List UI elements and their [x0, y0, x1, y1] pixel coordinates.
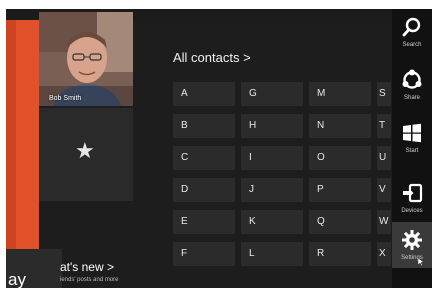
letter-tile-k[interactable]: K	[241, 210, 303, 234]
letter-tile-m[interactable]: M	[309, 82, 371, 106]
letter-tile-l[interactable]: L	[241, 242, 303, 266]
letter-tile-x[interactable]: X	[377, 242, 391, 266]
share-icon	[402, 69, 422, 89]
whats-new-title[interactable]: at's new >	[60, 260, 114, 274]
whats-new-subtitle: iends' posts and more	[60, 277, 119, 283]
devices-icon	[403, 183, 423, 203]
letter-tile-u[interactable]: U	[377, 146, 391, 170]
letter-tile-c[interactable]: C	[173, 146, 235, 170]
letter-tile-h[interactable]: H	[241, 114, 303, 138]
gear-icon	[402, 230, 422, 250]
favorites-tile[interactable]: ★	[39, 108, 133, 201]
letter-tile-r[interactable]: R	[309, 242, 371, 266]
letter-tile-j[interactable]: J	[241, 178, 303, 202]
letter-tile-t[interactable]: T	[377, 114, 391, 138]
charm-devices[interactable]: Devices	[392, 175, 432, 221]
letter-tile-v[interactable]: V	[377, 178, 391, 202]
letter-tile-p[interactable]: P	[309, 178, 371, 202]
star-icon: ★	[75, 138, 95, 163]
letter-tile-g[interactable]: G	[241, 82, 303, 106]
profile-photo	[39, 12, 133, 106]
search-icon	[402, 17, 421, 37]
all-contacts-header[interactable]: All contacts >	[173, 50, 251, 65]
charm-start[interactable]: Start	[392, 115, 432, 161]
charm-label-search: Search	[402, 42, 422, 48]
charm-label-devices: Devices	[401, 208, 423, 214]
letter-tile-n[interactable]: N	[309, 114, 371, 138]
charm-label-settings: Settings	[401, 255, 423, 261]
charm-settings[interactable]: Settings	[392, 222, 432, 268]
charm-label-start: Start	[405, 148, 419, 154]
letter-tile-w[interactable]: W	[377, 210, 391, 234]
whats-new-fragment: ay	[8, 270, 26, 288]
letter-tile-o[interactable]: O	[309, 146, 371, 170]
profile-name: Bob Smith	[49, 95, 82, 102]
orange-app-tile[interactable]	[6, 20, 39, 255]
letter-tile-d[interactable]: D	[173, 178, 235, 202]
charms-bar: Search Share Start Devices Settings	[392, 9, 432, 288]
letter-tile-a[interactable]: A	[173, 82, 235, 106]
letter-tile-b[interactable]: B	[173, 114, 235, 138]
letter-tile-s[interactable]: S	[377, 82, 391, 106]
charm-search[interactable]: Search	[392, 9, 432, 55]
people-app-screen: Bob Smith ★ ay at's new > iends' posts a…	[6, 9, 432, 288]
windows-start-icon	[403, 123, 421, 143]
charm-label-share: Share	[403, 95, 420, 101]
letter-tile-e[interactable]: E	[173, 210, 235, 234]
mouse-cursor	[418, 258, 424, 266]
charm-share[interactable]: Share	[392, 62, 432, 108]
profile-tile[interactable]: Bob Smith	[39, 12, 133, 106]
letter-tile-f[interactable]: F	[173, 242, 235, 266]
letter-tile-i[interactable]: I	[241, 146, 303, 170]
letter-tile-q[interactable]: Q	[309, 210, 371, 234]
